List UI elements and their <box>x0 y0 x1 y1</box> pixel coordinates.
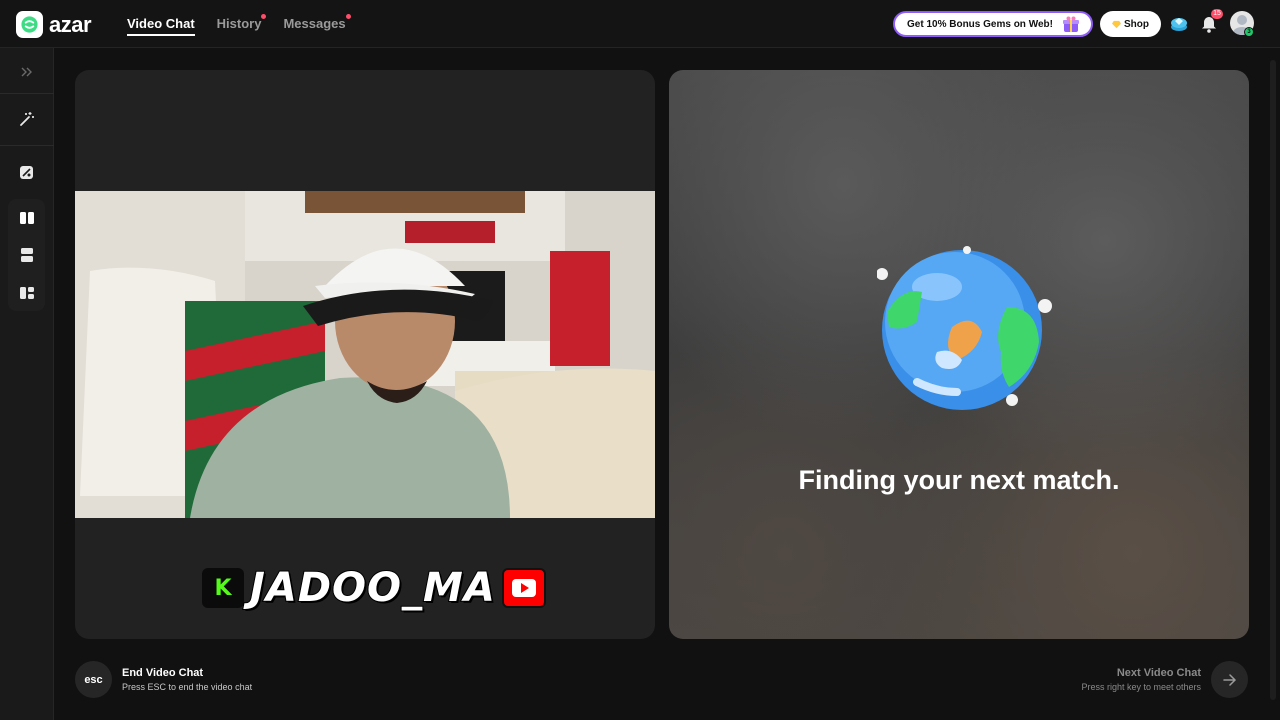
logo-text: azar <box>49 11 92 37</box>
layout-side-by-side-icon <box>19 211 34 224</box>
messages-unread-dot <box>345 14 351 19</box>
my-camera-panel: K JADOO_MA <box>75 70 655 639</box>
tab-video-chat[interactable]: Video Chat <box>127 0 195 48</box>
effects-button[interactable] <box>8 100 45 137</box>
gift-icon <box>1063 16 1079 32</box>
magic-wand-icon <box>19 111 34 126</box>
esc-key-button[interactable]: esc <box>75 661 112 698</box>
gems-wallet-button[interactable] <box>1167 12 1191 36</box>
tab-video-chat-label: Video Chat <box>127 16 195 31</box>
matching-status-text: Finding your next match. <box>798 465 1120 495</box>
tab-messages[interactable]: Messages <box>283 0 351 48</box>
youtube-logo <box>501 568 546 608</box>
history-unread-dot <box>261 14 267 19</box>
gem-stack-icon <box>1171 18 1187 31</box>
bonus-gems-promo-button[interactable]: Get 10% Bonus Gems on Web! <box>893 11 1093 37</box>
filter-button[interactable] <box>8 154 45 191</box>
notifications-button[interactable]: 15 <box>1197 9 1223 36</box>
next-video-chat-control[interactable]: Next Video Chat Press right key to meet … <box>1081 661 1248 698</box>
arrow-right-icon <box>1222 673 1236 686</box>
streamer-name-overlay: K JADOO_MA <box>202 564 546 612</box>
shop-label: Shop <box>1124 18 1149 30</box>
tab-messages-label: Messages <box>283 16 346 31</box>
gem-icon <box>1112 20 1121 28</box>
end-video-chat-title: End Video Chat <box>122 667 204 679</box>
main-nav: Video Chat History Messages <box>127 0 351 48</box>
kick-icon: K <box>214 575 232 601</box>
next-video-chat-hint: Press right key to meet others <box>1081 682 1201 692</box>
azar-logo[interactable]: azar <box>16 11 92 38</box>
streamer-name: JADOO_MA <box>249 564 496 612</box>
next-chat-button[interactable] <box>1211 661 1248 698</box>
partner-video-panel: Finding your next match. <box>669 70 1249 639</box>
layout-switcher <box>8 199 45 311</box>
layout-grid-button[interactable] <box>8 274 45 311</box>
top-bar: azar Video Chat History Messages Get 10%… <box>0 0 1280 48</box>
sidebar-divider <box>0 93 54 94</box>
layout-stacked-button[interactable] <box>8 236 45 273</box>
filter-icon <box>20 166 33 179</box>
expand-sidebar-button[interactable] <box>8 53 45 90</box>
page-scrollbar[interactable] <box>1270 60 1276 700</box>
azar-logo-icon <box>16 11 43 38</box>
shop-button[interactable]: Shop <box>1100 11 1161 37</box>
next-video-chat-title: Next Video Chat <box>1116 667 1201 679</box>
kick-logo: K <box>202 568 244 608</box>
notification-count-badge: 15 <box>1211 9 1223 19</box>
globe-icon <box>877 246 1052 410</box>
youtube-play-icon <box>511 579 536 597</box>
tab-history-label: History <box>216 16 262 31</box>
tab-history[interactable]: History <box>216 0 267 48</box>
layout-side-by-side-button[interactable] <box>8 199 45 236</box>
expand-chevrons-icon <box>21 67 32 76</box>
profile-level-badge: 3 <box>1244 27 1254 37</box>
end-video-chat-control[interactable]: esc End Video Chat Press ESC to end the … <box>75 661 252 698</box>
promo-label: Get 10% Bonus Gems on Web! <box>907 18 1053 30</box>
sidebar-divider <box>0 145 54 146</box>
camera-feed-image <box>75 191 655 518</box>
layout-stacked-icon <box>20 247 33 262</box>
layout-grid-icon <box>19 286 34 299</box>
sidebar <box>0 48 54 720</box>
my-camera-video <box>75 191 655 518</box>
end-video-chat-hint: Press ESC to end the video chat <box>122 682 253 692</box>
